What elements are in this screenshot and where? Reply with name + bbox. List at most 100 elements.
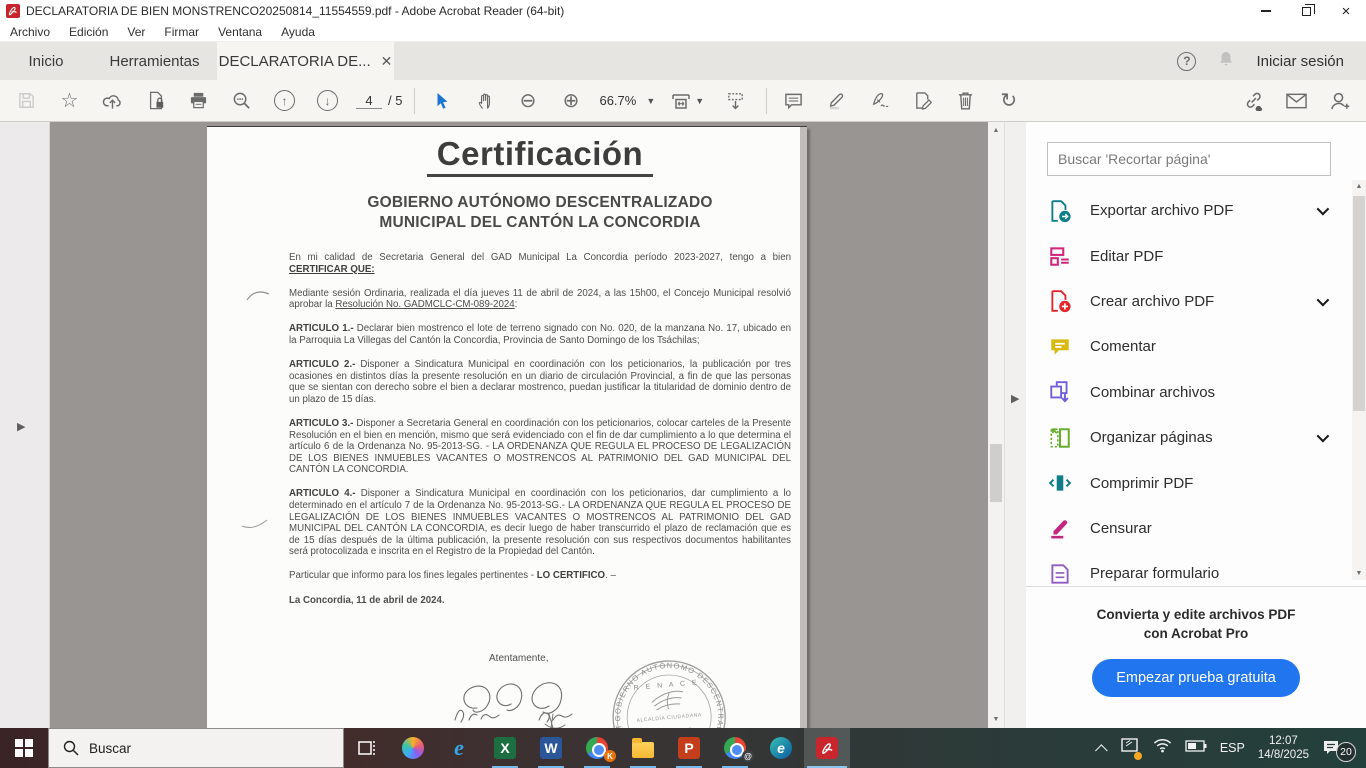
chevron-down-icon[interactable] [1317,203,1330,216]
tool-comment[interactable]: Comentar [1026,324,1352,369]
clock[interactable]: 12:07 14/8/2025 [1258,734,1309,762]
taskbar-acrobat-active[interactable] [804,728,850,768]
language-indicator[interactable]: ESP [1220,741,1245,755]
sign-in-button[interactable]: Iniciar sesión [1256,53,1344,70]
taskbar-internet-explorer[interactable]: e [436,728,482,768]
taskbar-copilot[interactable] [390,728,436,768]
tab-document-active[interactable]: DECLARATORIA DE... ✕ [217,42,394,80]
combine-files-icon [1048,380,1072,404]
tool-compress-pdf[interactable]: Comprimir PDF [1026,460,1352,505]
taskbar-search[interactable]: Buscar [48,728,344,768]
chrome-badge: K [604,750,616,762]
taskbar-word[interactable]: W [528,728,574,768]
tray-expand-icon[interactable] [1095,744,1108,757]
wifi-icon[interactable] [1153,738,1172,758]
taskbar-edge[interactable]: e [758,728,804,768]
menu-ventana[interactable]: Ventana [218,25,262,39]
menu-bar: Archivo Edición Ver Firmar Ventana Ayuda [0,22,1366,42]
tools-search-input[interactable] [1047,142,1331,176]
tab-herramientas[interactable]: Herramientas [92,42,217,80]
close-button[interactable]: × [1326,0,1366,22]
tab-inicio[interactable]: Inicio [0,42,92,80]
refresh-icon[interactable]: ↻ [994,86,1023,116]
trash-icon[interactable] [951,86,980,116]
tool-edit-pdf[interactable]: Editar PDF [1026,233,1352,278]
share-link-icon[interactable] [1239,86,1268,116]
windows-taskbar: Buscar e X W K P @ e [0,728,1366,768]
zoom-out-icon[interactable]: ⊖ [513,86,542,116]
tablet-mode-icon[interactable] [1121,738,1140,759]
save-icon[interactable] [12,86,41,116]
start-free-trial-button[interactable]: Empezar prueba gratuita [1092,659,1300,697]
page-number-input[interactable] [356,93,382,109]
scroll-up-icon[interactable]: ▲ [1352,183,1366,190]
menu-ver[interactable]: Ver [127,25,145,39]
menu-firmar[interactable]: Firmar [164,25,199,39]
tool-export-pdf[interactable]: Exportar archivo PDF [1026,188,1352,233]
taskbar-chrome[interactable]: K [574,728,620,768]
start-button[interactable] [0,728,48,768]
menu-ayuda[interactable]: Ayuda [281,25,315,39]
restore-button[interactable] [1286,0,1326,22]
highlighter-icon[interactable] [822,86,851,116]
scroll-down-icon[interactable]: ▼ [1352,570,1366,577]
edge-icon: e [770,737,792,759]
help-icon[interactable]: ? [1177,52,1196,71]
page-lock-icon[interactable] [141,86,170,116]
tab-close-icon[interactable]: ✕ [381,54,393,68]
minimize-button[interactable] [1246,0,1286,22]
main-toolbar: ☆ ↑ ↓ / 5 ⊖ ⊕ 66.7% ▼ ▼ [0,80,1366,122]
notifications-bell-icon[interactable] [1218,50,1234,73]
handwritten-signature [449,670,609,728]
page-up-icon[interactable]: ↑ [270,86,299,116]
email-icon[interactable] [1282,86,1311,116]
menu-edicion[interactable]: Edición [69,25,108,39]
taskbar-powerpoint[interactable]: P [666,728,712,768]
powerpoint-icon: P [678,737,700,759]
fit-width-icon[interactable]: ▼ [667,86,707,116]
edit-page-icon[interactable] [908,86,937,116]
zoom-level-value: 66.7% [599,93,636,108]
document-scrollbar[interactable]: ▲ ▼ [988,122,1004,728]
expand-nav-pane-icon[interactable]: ▶ [17,420,25,433]
chevron-down-icon[interactable] [1317,430,1330,443]
search-icon[interactable] [227,86,256,116]
zoom-in-icon[interactable]: ⊕ [556,86,585,116]
tool-create-pdf[interactable]: Crear archivo PDF [1026,279,1352,324]
battery-icon[interactable] [1185,739,1207,757]
scroll-up-icon[interactable]: ▲ [988,127,1004,134]
tools-panel-scrollbar[interactable]: ▲ ▼ [1352,180,1366,580]
tab-document-label: DECLARATORIA DE... [219,53,371,70]
fill-sign-icon[interactable] [865,86,894,116]
task-view-icon [357,738,377,758]
collapse-tools-pane-icon[interactable]: ▶ [1011,392,1019,405]
page-down-icon[interactable]: ↓ [313,86,342,116]
task-view-button[interactable] [344,728,390,768]
print-icon[interactable] [184,86,213,116]
hand-tool-icon[interactable] [470,86,499,116]
taskbar-file-explorer[interactable] [620,728,666,768]
scrollbar-thumb[interactable] [990,444,1002,502]
cloud-upload-icon[interactable] [98,86,127,116]
scrollbar-thumb[interactable] [1353,196,1365,411]
menu-archivo[interactable]: Archivo [10,25,50,39]
tool-redact[interactable]: Censurar [1026,506,1352,551]
star-icon[interactable]: ☆ [55,86,84,116]
tool-prepare-form[interactable]: Preparar formulario [1026,551,1352,586]
doc-title: Certificación [427,135,653,177]
select-cursor-icon[interactable] [427,86,456,116]
notification-dot [1134,752,1142,760]
toolbar-divider [766,88,767,114]
chevron-down-icon[interactable] [1317,294,1330,307]
tool-combine-files[interactable]: Combinar archivos [1026,370,1352,415]
zoom-level-dropdown[interactable]: 66.7% ▼ [599,93,655,108]
comment-icon[interactable] [779,86,808,116]
redact-icon [1048,516,1072,540]
scroll-down-icon[interactable]: ▼ [988,716,1004,723]
add-person-icon[interactable] [1325,86,1354,116]
tool-organize-pages[interactable]: Organizar páginas [1026,415,1352,460]
action-center-button[interactable]: 20 [1322,733,1356,763]
taskbar-excel[interactable]: X [482,728,528,768]
taskbar-chrome-profile[interactable]: @ [712,728,758,768]
scroll-page-icon[interactable] [721,86,750,116]
